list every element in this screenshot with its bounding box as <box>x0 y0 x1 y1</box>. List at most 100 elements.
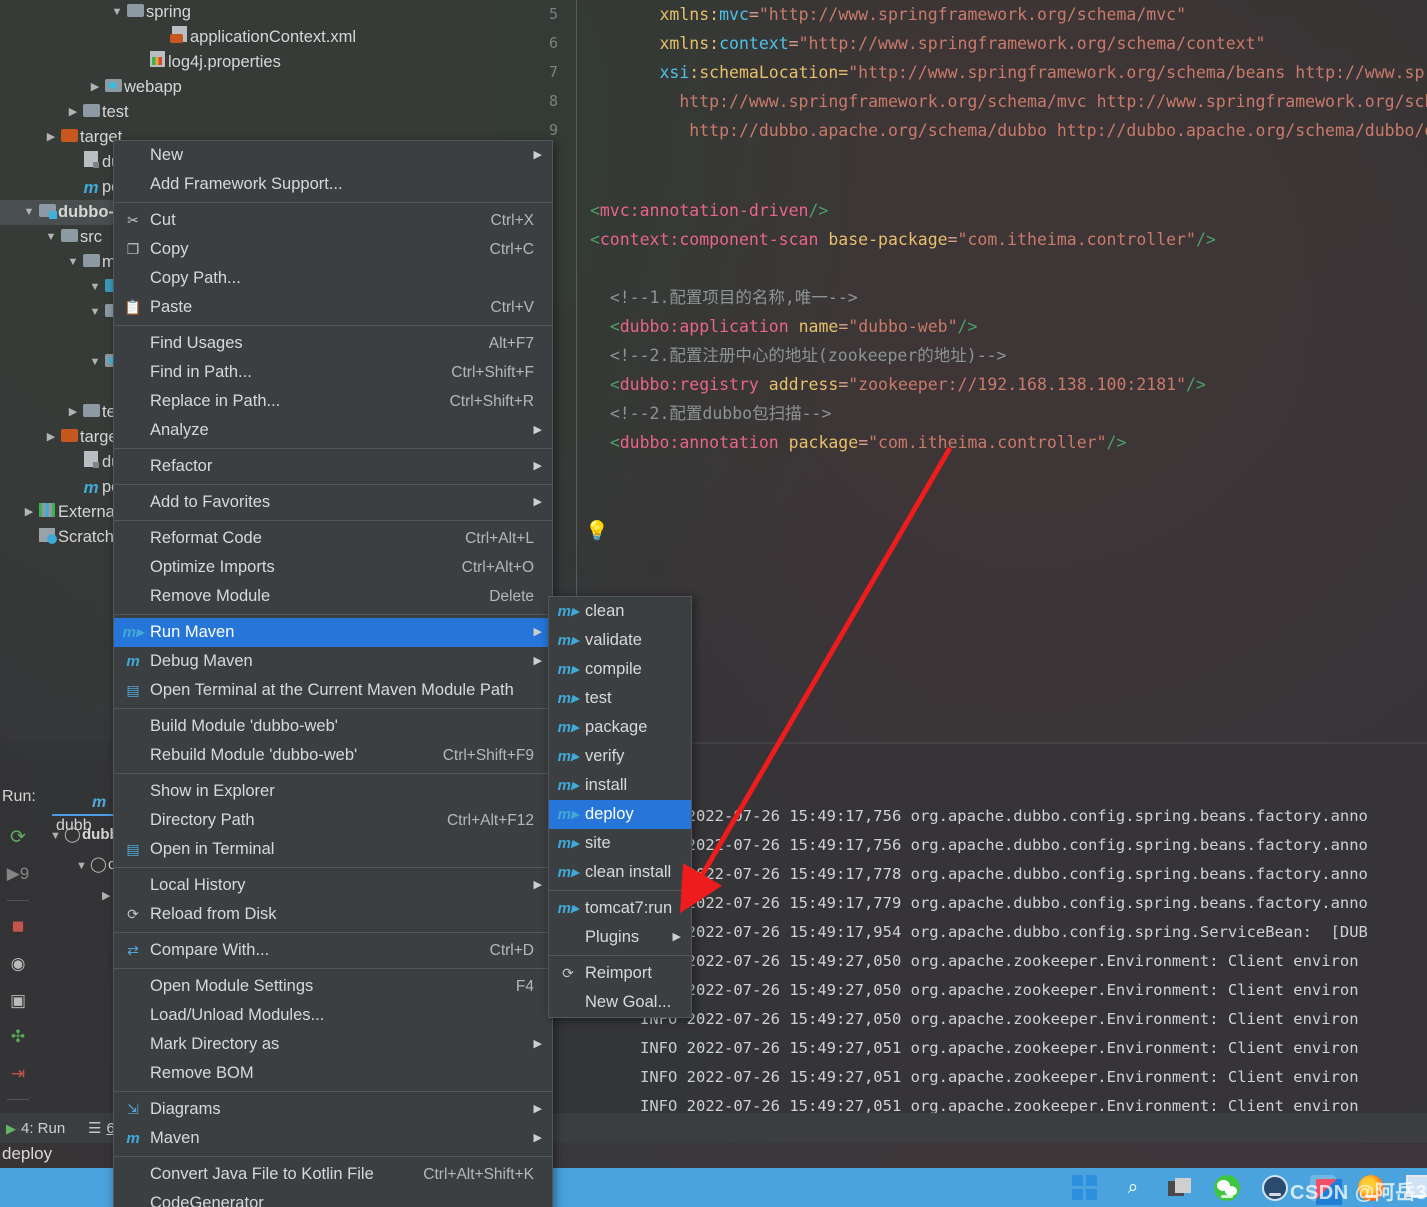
menu-item-remove-module[interactable]: Remove Module Delete <box>114 582 552 611</box>
run-maven-submenu[interactable]: m▸ clean m▸ validate m▸ compile m▸ test m▸ packag… <box>548 596 692 1018</box>
maven-goal-clean[interactable]: m▸ clean <box>549 597 691 626</box>
tree-expand-arrow[interactable]: ▼ <box>88 300 102 325</box>
code-text-bottom[interactable]: <mvc:annotation-driven/> <context:compon… <box>580 196 1427 742</box>
tree-item[interactable]: ▼ spring <box>0 0 500 25</box>
menu-item-open-terminal-at-the-current-maven-module-path[interactable]: ▤ Open Terminal at the Current Maven Modu… <box>114 676 552 705</box>
menu-item-compare-with[interactable]: ⇄ Compare With... Ctrl+D <box>114 936 552 965</box>
tree-expand-arrow[interactable]: ▼ <box>22 200 36 225</box>
menu-item-add-framework-support[interactable]: Add Framework Support... <box>114 170 552 199</box>
menu-item-new[interactable]: New ▶ <box>114 141 552 170</box>
rerun-failed-icon[interactable]: ▶9 <box>6 863 30 886</box>
eye-icon[interactable]: ◉ <box>6 953 30 976</box>
intention-bulb-icon[interactable]: 💡 <box>585 520 609 544</box>
tree-expand-arrow[interactable]: ▼ <box>50 821 64 851</box>
stop-icon[interactable]: ■ <box>6 915 30 939</box>
maven-goal-install[interactable]: m▸ install <box>549 771 691 800</box>
project-context-menu[interactable]: New ▶ Add Framework Support... ✂ Cut Ctrl+X ❐ C… <box>113 140 553 1207</box>
maven-goal-test[interactable]: m▸ test <box>549 684 691 713</box>
run-toolbar[interactable]: ⟳ ▶9 ■ ◉ ▣ ✣ ⇥ » <box>0 820 36 1137</box>
status-tab-run[interactable]: ▶ 4: Run <box>6 1118 65 1140</box>
profiler-icon[interactable]: ✣ <box>6 1026 30 1049</box>
tree-expand-arrow[interactable]: ▼ <box>88 350 102 375</box>
maven-goal-reimport[interactable]: ⟳ Reimport <box>549 959 691 988</box>
menu-item-add-to-favorites[interactable]: Add to Favorites ▶ <box>114 488 552 517</box>
menu-item-run-maven[interactable]: m▸ Run Maven ▶ <box>114 618 552 647</box>
menu-item-copy-path[interactable]: Copy Path... <box>114 264 552 293</box>
tree-expand-arrow[interactable]: ▼ <box>76 851 90 881</box>
code-token: mvc <box>719 5 749 24</box>
tree-item[interactable]: log4j.properties <box>0 50 500 75</box>
menu-item-open-in-terminal[interactable]: ▤ Open in Terminal <box>114 835 552 864</box>
menu-item-label: Directory Path <box>150 811 255 829</box>
windows-start-icon[interactable] <box>1072 1174 1098 1201</box>
menu-item-local-history[interactable]: Local History ▶ <box>114 871 552 900</box>
tree-expand-arrow[interactable]: ▼ <box>88 275 102 300</box>
tree-expand-arrow[interactable]: ▶ <box>22 500 36 525</box>
menu-item-reload-from-disk[interactable]: ⟳ Reload from Disk <box>114 900 552 929</box>
menu-item-build-module-dubbo-web[interactable]: Build Module 'dubbo-web' <box>114 712 552 741</box>
maven-goal-clean-install[interactable]: m▸ clean install <box>549 858 691 887</box>
menu-item-find-in-path[interactable]: Find in Path... Ctrl+Shift+F <box>114 358 552 387</box>
maven-goal-compile[interactable]: m▸ compile <box>549 655 691 684</box>
menu-item-reformat-code[interactable]: Reformat Code Ctrl+Alt+L <box>114 524 552 553</box>
diagrams-icon: ⇲ <box>127 1101 139 1117</box>
menu-item-maven[interactable]: m Maven ▶ <box>114 1124 552 1153</box>
tree-expand-arrow[interactable]: ▼ <box>44 225 58 250</box>
maven-goal-icon: m▸ <box>557 900 579 917</box>
cut-icon: ✂ <box>122 206 144 235</box>
menu-item-analyze[interactable]: Analyze ▶ <box>114 416 552 445</box>
task-view-icon[interactable] <box>1168 1178 1192 1197</box>
tree-expand-arrow[interactable]: ▼ <box>110 0 124 25</box>
maven-goal-plugins[interactable]: Plugins ▶ <box>549 923 691 952</box>
tree-item[interactable]: applicationContext.xml <box>0 25 500 50</box>
qq-icon[interactable] <box>1262 1174 1288 1201</box>
tree-expand-arrow[interactable]: ▶ <box>88 75 102 100</box>
tree-expand-arrow[interactable]: ▶ <box>66 100 80 125</box>
menu-item-show-in-explorer[interactable]: Show in Explorer <box>114 777 552 806</box>
menu-item-codegenerator[interactable]: CodeGenerator <box>114 1189 552 1207</box>
menu-item-convert-java-file-to-kotlin-file[interactable]: Convert Java File to Kotlin File Ctrl+Alt… <box>114 1160 552 1189</box>
menu-item-directory-path[interactable]: Directory Path Ctrl+Alt+F12 <box>114 806 552 835</box>
menu-item-label: Run Maven <box>150 623 235 641</box>
menu-item-cut[interactable]: ✂ Cut Ctrl+X <box>114 206 552 235</box>
tree-expand-arrow[interactable]: ▶ <box>44 125 58 150</box>
maven-goal-icon: m▸ <box>557 597 579 626</box>
maven-goal-verify[interactable]: m▸ verify <box>549 742 691 771</box>
camera-icon[interactable]: ▣ <box>6 989 30 1012</box>
menu-item-load-unload-modules[interactable]: Load/Unload Modules... <box>114 1001 552 1030</box>
status-tab-todo[interactable]: ☰ 6 <box>88 1118 115 1140</box>
code-line: http://dubbo.apache.org/schema/dubbo htt… <box>580 116 1427 145</box>
menu-item-copy[interactable]: ❐ Copy Ctrl+C <box>114 235 552 264</box>
menu-item-debug-maven[interactable]: m Debug Maven ▶ <box>114 647 552 676</box>
console-output[interactable]: 2022-07-26 15:49:17,756 org.apache.dubbo… <box>640 802 1427 1127</box>
tree-item[interactable]: ▶ webapp <box>0 75 500 100</box>
tree-expand-arrow[interactable]: ▶ <box>44 425 58 450</box>
maven-goal-tomcat7-run[interactable]: m▸ tomcat7:run <box>549 894 691 923</box>
search-icon[interactable]: ⌕ <box>1120 1175 1146 1201</box>
tree-item[interactable]: ▶ test <box>0 100 500 125</box>
wechat-icon[interactable] <box>1214 1174 1240 1201</box>
menu-item-replace-in-path[interactable]: Replace in Path... Ctrl+Shift+R <box>114 387 552 416</box>
maven-goal-icon: m▸ <box>557 829 579 858</box>
menu-item-paste[interactable]: 📋 Paste Ctrl+V <box>114 293 552 322</box>
maven-goal-icon: m▸ <box>557 626 579 655</box>
menu-item-find-usages[interactable]: Find Usages Alt+F7 <box>114 329 552 358</box>
maven-goal-site[interactable]: m▸ site <box>549 829 691 858</box>
menu-item-optimize-imports[interactable]: Optimize Imports Ctrl+Alt+O <box>114 553 552 582</box>
menu-item-open-module-settings[interactable]: Open Module Settings F4 <box>114 972 552 1001</box>
maven-goal-package[interactable]: m▸ package <box>549 713 691 742</box>
tree-expand-arrow[interactable]: ▼ <box>66 250 80 275</box>
target-folder-icon <box>58 125 80 150</box>
maven-goal-new-goal[interactable]: New Goal... <box>549 988 691 1017</box>
tree-expand-arrow[interactable]: ▶ <box>66 400 80 425</box>
menu-item-mark-directory-as[interactable]: Mark Directory as ▶ <box>114 1030 552 1059</box>
menu-item-rebuild-module-dubbo-web[interactable]: Rebuild Module 'dubbo-web' Ctrl+Shift+F9 <box>114 741 552 770</box>
menu-item-diagrams[interactable]: ⇲ Diagrams ▶ <box>114 1095 552 1124</box>
menu-item-remove-bom[interactable]: Remove BOM <box>114 1059 552 1088</box>
rerun-icon[interactable]: ⟳ <box>6 826 30 849</box>
maven-goal-deploy[interactable]: m▸ deploy <box>549 800 691 829</box>
blank-icon <box>122 452 144 481</box>
export-icon[interactable]: ⇥ <box>6 1063 30 1086</box>
menu-item-refactor[interactable]: Refactor ▶ <box>114 452 552 481</box>
maven-goal-validate[interactable]: m▸ validate <box>549 626 691 655</box>
